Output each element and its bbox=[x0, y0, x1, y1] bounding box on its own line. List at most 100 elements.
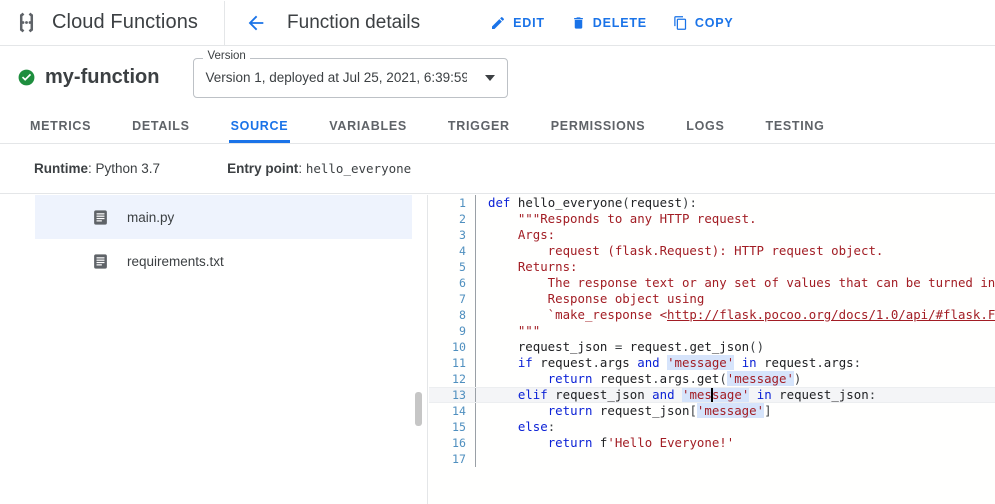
code-line[interactable]: 4 request (flask.Request): HTTP request … bbox=[429, 243, 995, 259]
delete-button-label: DELETE bbox=[593, 16, 647, 30]
entry-point-label: Entry point bbox=[227, 161, 298, 176]
file-list-item-label: main.py bbox=[127, 210, 174, 225]
tab-trigger[interactable]: TRIGGER bbox=[448, 109, 510, 143]
code-line[interactable]: 8 `make_response <http://flask.pocoo.org… bbox=[429, 307, 995, 323]
file-list-scrollbar-thumb[interactable] bbox=[415, 392, 422, 426]
toolbar-actions: EDIT DELETE COPY bbox=[490, 15, 733, 31]
tab-variables[interactable]: VARIABLES bbox=[329, 109, 407, 143]
pencil-icon bbox=[490, 15, 506, 31]
edit-button-label: EDIT bbox=[513, 16, 545, 30]
code-text: if request.args and 'message' in request… bbox=[476, 355, 861, 371]
version-select[interactable]: Version Version 1, deployed at Jul 25, 2… bbox=[193, 58, 508, 98]
file-list-item-main-py[interactable]: main.py bbox=[35, 195, 412, 239]
runtime-separator: : bbox=[88, 161, 96, 176]
line-number: 6 bbox=[429, 275, 475, 291]
line-number: 1 bbox=[429, 195, 475, 211]
code-text bbox=[476, 451, 488, 467]
line-number: 13 bbox=[429, 387, 475, 403]
function-header: my-function Version Version 1, deployed … bbox=[0, 46, 995, 109]
entry-point-info: Entry point: hello_everyone bbox=[227, 161, 411, 176]
function-details-page: Cloud Functions Function details EDIT DE… bbox=[0, 0, 995, 504]
trash-icon bbox=[571, 15, 586, 31]
chevron-down-icon bbox=[485, 75, 495, 81]
code-line[interactable]: 6 The response text or any set of values… bbox=[429, 275, 995, 291]
code-text: `make_response <http://flask.pocoo.org/d… bbox=[476, 307, 995, 323]
code-text: Response object using bbox=[476, 291, 704, 307]
tab-permissions[interactable]: PERMISSIONS bbox=[551, 109, 646, 143]
delete-button[interactable]: DELETE bbox=[571, 15, 647, 31]
runtime-info-bar: Runtime: Python 3.7 Entry point: hello_e… bbox=[0, 144, 995, 194]
source-file-list: main.py requirements.txt bbox=[0, 195, 428, 504]
code-text: Args: bbox=[476, 227, 555, 243]
source-code-editor[interactable]: 1def hello_everyone(request):2 """Respon… bbox=[429, 195, 995, 504]
code-line[interactable]: 16 return f'Hello Everyone!' bbox=[429, 435, 995, 451]
product-title: Cloud Functions bbox=[52, 11, 198, 34]
code-text: return f'Hello Everyone!' bbox=[476, 435, 734, 451]
edit-button[interactable]: EDIT bbox=[490, 15, 545, 31]
code-line[interactable]: 5 Returns: bbox=[429, 259, 995, 275]
runtime-label: Runtime bbox=[34, 161, 88, 176]
line-number: 2 bbox=[429, 211, 475, 227]
entry-point-separator: : bbox=[298, 161, 306, 176]
line-number: 15 bbox=[429, 419, 475, 435]
line-number: 10 bbox=[429, 339, 475, 355]
code-line[interactable]: 7 Response object using bbox=[429, 291, 995, 307]
page-title: Function details bbox=[287, 12, 420, 34]
line-number: 5 bbox=[429, 259, 475, 275]
code-line[interactable]: 12 return request.args.get('message') bbox=[429, 371, 995, 387]
code-line[interactable]: 14 return request_json['message'] bbox=[429, 403, 995, 419]
arrow-left-icon bbox=[245, 12, 267, 34]
line-number: 8 bbox=[429, 307, 475, 323]
code-text: """ bbox=[476, 323, 540, 339]
tab-details[interactable]: DETAILS bbox=[132, 109, 189, 143]
tab-logs[interactable]: LOGS bbox=[686, 109, 724, 143]
version-select-label: Version bbox=[203, 51, 249, 63]
file-document-icon bbox=[92, 209, 109, 226]
line-number: 12 bbox=[429, 371, 475, 387]
code-text: else: bbox=[476, 419, 555, 435]
runtime-info: Runtime: Python 3.7 bbox=[34, 161, 160, 176]
version-select-value: Version 1, deployed at Jul 25, 2021, 6:3… bbox=[205, 70, 467, 85]
code-line[interactable]: 9 """ bbox=[429, 323, 995, 339]
code-line[interactable]: 17 bbox=[429, 451, 995, 467]
tab-testing[interactable]: TESTING bbox=[766, 109, 825, 143]
tab-metrics[interactable]: METRICS bbox=[30, 109, 91, 143]
tab-source[interactable]: SOURCE bbox=[231, 109, 289, 143]
app-bar: Cloud Functions Function details EDIT DE… bbox=[0, 0, 995, 46]
code-line[interactable]: 1def hello_everyone(request): bbox=[429, 195, 995, 211]
line-number: 9 bbox=[429, 323, 475, 339]
code-text: The response text or any set of values t… bbox=[476, 275, 995, 291]
code-line[interactable]: 11 if request.args and 'message' in requ… bbox=[429, 355, 995, 371]
code-text: return request_json['message'] bbox=[476, 403, 772, 419]
line-number: 7 bbox=[429, 291, 475, 307]
code-text: def hello_everyone(request): bbox=[476, 195, 697, 211]
copy-button-label: COPY bbox=[695, 16, 734, 30]
code-line[interactable]: 10 request_json = request.get_json() bbox=[429, 339, 995, 355]
code-text: """Responds to any HTTP request. bbox=[476, 211, 757, 227]
line-number: 4 bbox=[429, 243, 475, 259]
line-number: 14 bbox=[429, 403, 475, 419]
line-number: 11 bbox=[429, 355, 475, 371]
text-cursor bbox=[711, 388, 713, 402]
code-line[interactable]: 13 elif request_json and 'message' in re… bbox=[429, 387, 995, 403]
code-text: request_json = request.get_json() bbox=[476, 339, 764, 355]
code-lines: 1def hello_everyone(request):2 """Respon… bbox=[429, 195, 995, 467]
copy-button[interactable]: COPY bbox=[673, 15, 734, 31]
code-line[interactable]: 15 else: bbox=[429, 419, 995, 435]
line-number: 17 bbox=[429, 451, 475, 467]
file-list-item-label: requirements.txt bbox=[127, 254, 224, 269]
line-number: 16 bbox=[429, 435, 475, 451]
code-text: Returns: bbox=[476, 259, 578, 275]
file-list-item-requirements-txt[interactable]: requirements.txt bbox=[35, 239, 412, 283]
code-text: elif request_json and 'message' in reque… bbox=[476, 387, 876, 403]
code-text: request (flask.Request): HTTP request ob… bbox=[476, 243, 883, 259]
check-circle-icon bbox=[17, 68, 36, 87]
line-number: 3 bbox=[429, 227, 475, 243]
runtime-value: Python 3.7 bbox=[96, 161, 161, 176]
entry-point-value: hello_everyone bbox=[306, 161, 411, 176]
file-document-icon bbox=[92, 253, 109, 270]
code-line[interactable]: 3 Args: bbox=[429, 227, 995, 243]
cloud-functions-logo-icon bbox=[0, 9, 52, 36]
back-button[interactable] bbox=[243, 10, 269, 36]
code-line[interactable]: 2 """Responds to any HTTP request. bbox=[429, 211, 995, 227]
